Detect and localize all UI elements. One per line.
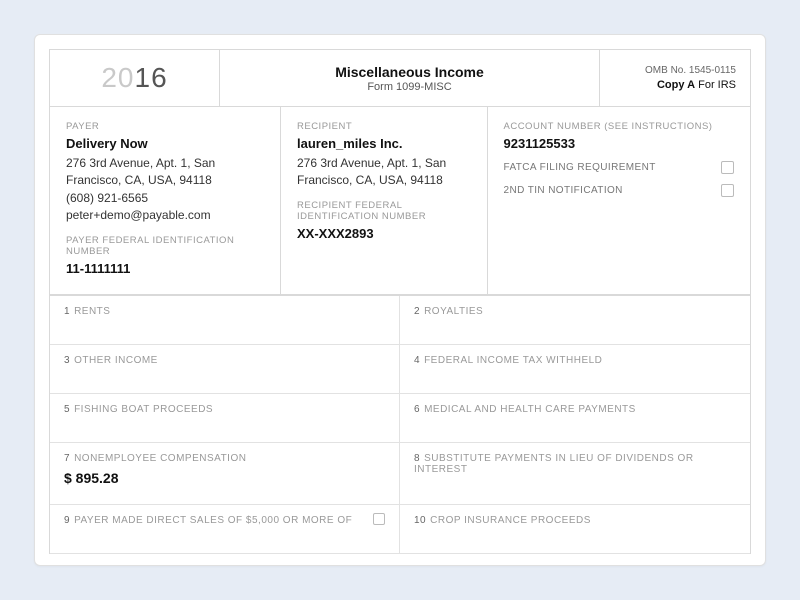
box-row: 9 PAYER MADE DIRECT SALES OF $5,000 OR MO… xyxy=(50,505,750,554)
box-number: 5 xyxy=(64,404,70,415)
form-meta: OMB No. 1545-0115 Copy A For IRS xyxy=(600,50,750,106)
box-row: 5 FISHING BOAT PROCEEDS 6 MEDICAL AND HEALT… xyxy=(50,394,750,443)
tax-year: 2016 xyxy=(50,50,220,106)
payer-section: PAYER Delivery Now 276 3rd Avenue, Apt. … xyxy=(50,107,281,294)
payer-fed-id: 11-1111111 xyxy=(66,261,264,276)
box-label: 3 OTHER INCOME xyxy=(64,355,385,366)
box-label: 5 FISHING BOAT PROCEEDS xyxy=(64,404,385,415)
recipient-section: RECIPIENT lauren_miles Inc. 276 3rd Aven… xyxy=(281,107,488,294)
box-label: 7 NONEMPLOYEE COMPENSATION xyxy=(64,453,385,464)
box-label: 8SUBSTITUTE PAYMENTS IN LIEU OF DIVIDEND… xyxy=(414,453,736,475)
box-value: $ 895.28 xyxy=(64,470,385,486)
box-label-text: RENTS xyxy=(74,306,110,317)
box-label-text: MEDICAL AND HEALTH CARE PAYMENTS xyxy=(424,404,636,415)
box-number: 6 xyxy=(414,404,420,415)
account-section: ACCOUNT NUMBER (SEE INSTRUCTIONS) 923112… xyxy=(488,107,751,294)
payer-name: Delivery Now xyxy=(66,136,264,151)
form-title-cell: Miscellaneous Income Form 1099-MISC xyxy=(220,50,600,106)
payer-phone: (608) 921-6565 xyxy=(66,190,264,207)
recipient-name: lauren_miles Inc. xyxy=(297,136,471,151)
box-3: 3 OTHER INCOME xyxy=(50,345,400,393)
box-label-text: FEDERAL INCOME TAX WITHHELD xyxy=(424,355,602,366)
box-label-text: PAYER MADE DIRECT SALES OF $5,000 OR MOR… xyxy=(74,515,352,526)
box-number: 10 xyxy=(414,515,426,526)
account-number: 9231125533 xyxy=(504,136,735,151)
info-row: PAYER Delivery Now 276 3rd Avenue, Apt. … xyxy=(49,107,751,295)
second-tin-checkbox[interactable] xyxy=(721,184,734,197)
box-number: 9 xyxy=(64,515,70,526)
payer-address: 276 3rd Avenue, Apt. 1, San Francisco, C… xyxy=(66,155,264,190)
box-7: 7 NONEMPLOYEE COMPENSATION $ 895.28 xyxy=(50,443,400,504)
box-label-text: OTHER INCOME xyxy=(74,355,158,366)
box-label-text: FISHING BOAT PROCEEDS xyxy=(74,404,213,415)
box-label: 1 RENTS xyxy=(64,306,385,317)
box-row: 3 OTHER INCOME 4 FEDERAL INCOME TAX WITHHEL… xyxy=(50,345,750,394)
fatca-checkbox[interactable] xyxy=(721,161,734,174)
second-tin-row: 2ND TIN NOTIFICATION xyxy=(504,184,735,197)
form-1099-misc: 2016 Miscellaneous Income Form 1099-MISC… xyxy=(34,34,766,566)
box-label: 4 FEDERAL INCOME TAX WITHHELD xyxy=(414,355,736,366)
recipient-label: RECIPIENT xyxy=(297,121,471,132)
form-subtitle: Form 1099-MISC xyxy=(367,81,451,93)
box-number: 1 xyxy=(64,306,70,317)
payer-email: peter+demo@payable.com xyxy=(66,207,264,224)
form-title: Miscellaneous Income xyxy=(335,64,484,80)
box-1: 1 RENTS xyxy=(50,296,400,344)
box-number: 2 xyxy=(414,306,420,317)
fatca-row: FATCA FILING REQUIREMENT xyxy=(504,161,735,174)
box-10: 10 CROP INSURANCE PROCEEDS xyxy=(400,505,750,553)
omb-number: OMB No. 1545-0115 xyxy=(645,65,736,76)
copy-label: Copy A For IRS xyxy=(657,79,736,91)
box-label-text: CROP INSURANCE PROCEEDS xyxy=(430,515,591,526)
account-label: ACCOUNT NUMBER (SEE INSTRUCTIONS) xyxy=(504,121,735,132)
recipient-fed-id: XX-XXX2893 xyxy=(297,226,471,241)
box-number: 7 xyxy=(64,453,70,464)
payer-fed-id-label: PAYER FEDERAL IDENTIFICATION NUMBER xyxy=(66,235,264,257)
box-label: 9 PAYER MADE DIRECT SALES OF $5,000 OR MO… xyxy=(64,515,385,526)
box-label: 6 MEDICAL AND HEALTH CARE PAYMENTS xyxy=(414,404,736,415)
box-label: 2 ROYALTIES xyxy=(414,306,736,317)
box-number: 8 xyxy=(414,453,420,464)
amount-boxes: 1 RENTS 2 ROYALTIES 3 OTHER INCOME 4 FEDERAL IN… xyxy=(49,295,751,554)
box-number: 4 xyxy=(414,355,420,366)
box-label-text: ROYALTIES xyxy=(424,306,483,317)
box-label: 10 CROP INSURANCE PROCEEDS xyxy=(414,515,736,526)
box-label-text: NONEMPLOYEE COMPENSATION xyxy=(74,453,246,464)
box-5: 5 FISHING BOAT PROCEEDS xyxy=(50,394,400,442)
box-row: 7 NONEMPLOYEE COMPENSATION $ 895.28 8SUBSTI… xyxy=(50,443,750,505)
box-9: 9 PAYER MADE DIRECT SALES OF $5,000 OR MO… xyxy=(50,505,400,553)
box-6: 6 MEDICAL AND HEALTH CARE PAYMENTS xyxy=(400,394,750,442)
box-2: 2 ROYALTIES xyxy=(400,296,750,344)
box-number: 3 xyxy=(64,355,70,366)
box-label-text: SUBSTITUTE PAYMENTS IN LIEU OF DIVIDENDS… xyxy=(414,453,694,475)
recipient-address: 276 3rd Avenue, Apt. 1, San Francisco, C… xyxy=(297,155,471,190)
fatca-label: FATCA FILING REQUIREMENT xyxy=(504,162,656,173)
header-row: 2016 Miscellaneous Income Form 1099-MISC… xyxy=(49,49,751,107)
second-tin-label: 2ND TIN NOTIFICATION xyxy=(504,185,623,196)
box-4: 4 FEDERAL INCOME TAX WITHHELD xyxy=(400,345,750,393)
box-checkbox[interactable] xyxy=(373,513,385,525)
recipient-fed-id-label: RECIPIENT FEDERAL IDENTIFICATION NUMBER xyxy=(297,200,471,222)
payer-label: PAYER xyxy=(66,121,264,132)
box-8: 8SUBSTITUTE PAYMENTS IN LIEU OF DIVIDEND… xyxy=(400,443,750,504)
box-row: 1 RENTS 2 ROYALTIES xyxy=(50,295,750,345)
